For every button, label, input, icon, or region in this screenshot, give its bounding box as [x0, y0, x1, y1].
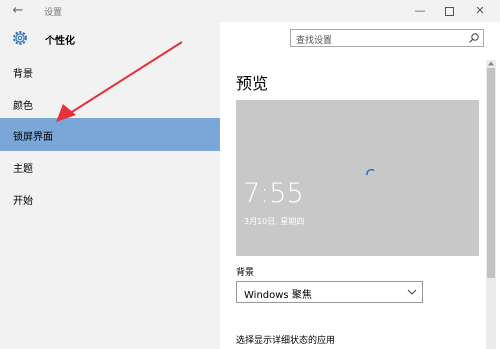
sidebar: 个性化 背景 颜色 锁屏界面 主题 开始 — [0, 22, 220, 349]
lock-screen-preview: 7:55 3月10日, 星期四 — [236, 100, 479, 256]
sidebar-item-label: 颜色 — [13, 101, 33, 112]
title-bar: ← 设置 — ✕ — [0, 0, 500, 22]
maximize-icon — [444, 7, 454, 16]
gear-icon — [13, 31, 27, 45]
search-input[interactable]: 查找设置 — [290, 29, 484, 47]
sidebar-item-label: 背景 — [13, 69, 33, 80]
sidebar-item-colors[interactable]: 颜色 — [0, 87, 220, 120]
scroll-up-icon[interactable] — [487, 60, 495, 67]
sidebar-item-start[interactable]: 开始 — [0, 182, 220, 215]
sidebar-item-themes[interactable]: 主题 — [0, 150, 220, 183]
sidebar-header: 个性化 — [0, 22, 220, 57]
sidebar-item-label: 主题 — [13, 164, 33, 175]
preview-time: 7:55 — [243, 178, 304, 209]
background-label: 背景 — [236, 268, 255, 278]
page-title: 个性化 — [45, 36, 75, 47]
detailed-status-label: 选择显示详细状态的应用 — [236, 336, 336, 346]
sidebar-item-label: 开始 — [13, 196, 33, 207]
chevron-down-icon — [407, 289, 417, 295]
scrollbar[interactable] — [486, 60, 496, 349]
maximize-button[interactable] — [440, 3, 458, 19]
sidebar-item-background[interactable]: 背景 — [0, 55, 220, 88]
sidebar-item-label: 锁屏界面 — [13, 132, 53, 143]
back-arrow-icon[interactable]: ← — [10, 3, 26, 19]
loading-spinner-icon — [366, 168, 375, 176]
search-placeholder: 查找设置 — [296, 36, 333, 46]
close-button[interactable]: ✕ — [471, 3, 489, 19]
scrollbar-thumb[interactable] — [487, 68, 495, 278]
minimize-button[interactable]: — — [411, 3, 429, 19]
preview-date: 3月10日, 星期四 — [244, 217, 305, 226]
sidebar-item-lock-screen[interactable]: 锁屏界面 — [0, 118, 220, 151]
background-select-value: Windows 聚焦 — [244, 290, 312, 301]
search-icon[interactable] — [468, 32, 480, 44]
background-select[interactable]: Windows 聚焦 — [236, 281, 423, 303]
window-title: 设置 — [44, 8, 63, 18]
section-title: 预览 — [236, 74, 269, 93]
